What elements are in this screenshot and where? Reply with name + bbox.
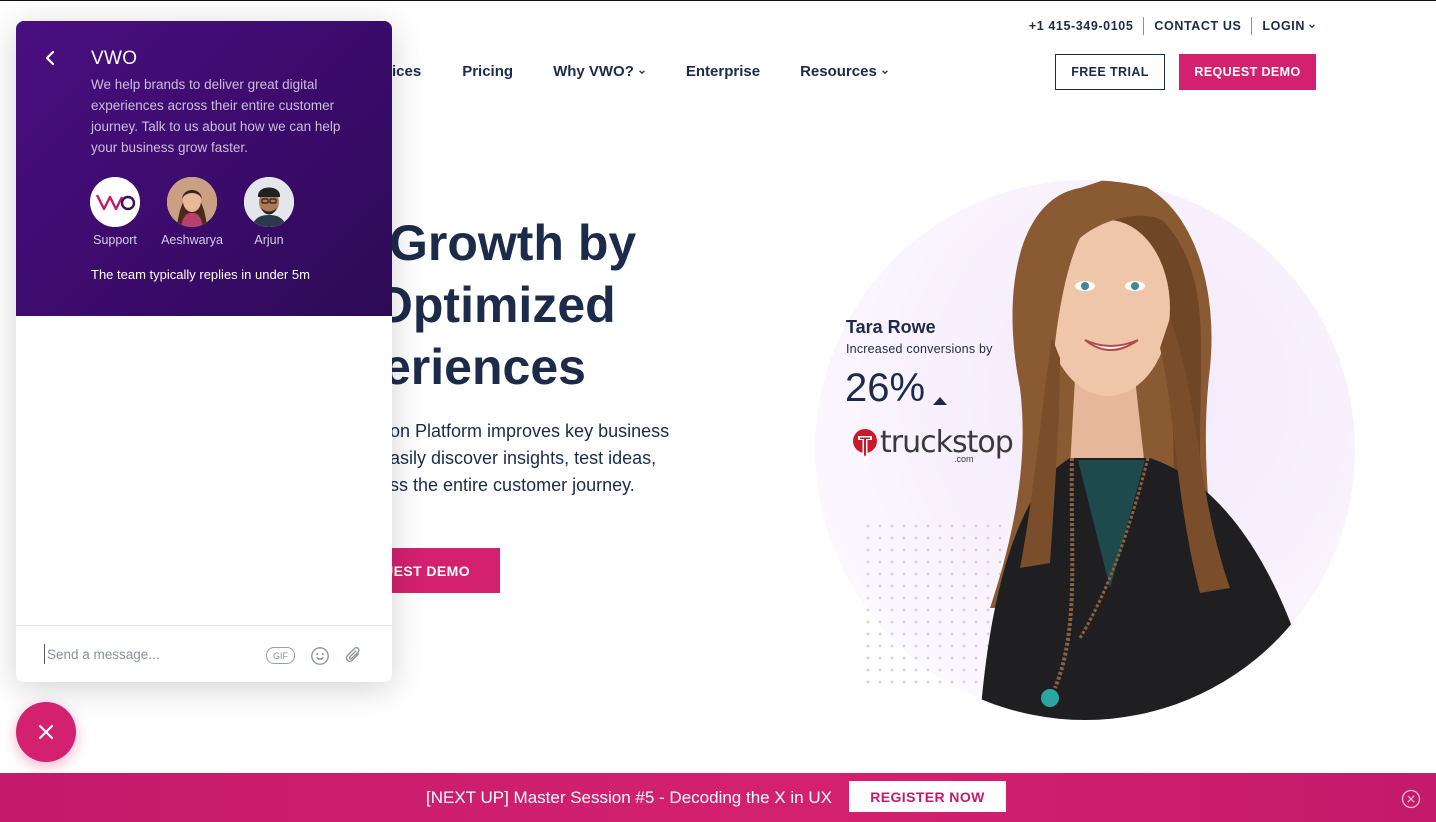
testimonial-caption: Increased conversions by — [846, 342, 993, 356]
nav-item-enterprise[interactable]: Enterprise — [686, 63, 760, 80]
back-arrow-icon[interactable] — [40, 48, 60, 68]
nav-item-resources[interactable]: Resources — [800, 63, 889, 80]
attachment-icon[interactable] — [344, 645, 364, 667]
chat-description: We help brands to deliver great digital … — [91, 77, 341, 155]
close-icon — [38, 724, 54, 740]
agent-support: Support — [85, 177, 145, 247]
nav-item-why-vwo[interactable]: Why VWO? — [553, 63, 646, 80]
top-rule — [0, 0, 1436, 1]
metric-value: 26% — [845, 366, 926, 410]
gif-button[interactable]: GIF — [266, 647, 295, 664]
testimonial-metric: 26% — [845, 366, 948, 411]
agent-name: Arjun — [254, 233, 284, 247]
emoji-icon[interactable] — [310, 646, 330, 666]
agent-arjun: Arjun — [239, 177, 299, 247]
chevron-down-icon — [639, 69, 645, 74]
utility-bar: +1 415-349-0105 CONTACT US LOGIN — [1019, 17, 1316, 35]
customer-photo — [980, 180, 1320, 720]
agent-name: Support — [93, 233, 137, 247]
register-now-button[interactable]: REGISTER NOW — [849, 781, 1006, 812]
avatar — [90, 177, 140, 227]
chevron-down-icon — [1309, 24, 1315, 29]
login-link[interactable]: LOGIN — [1252, 19, 1316, 33]
agent-list: Support Aeshwarya Arjun — [85, 177, 299, 247]
agent-aeshwarya: Aeshwarya — [161, 177, 223, 247]
close-circle-icon[interactable] — [1401, 789, 1421, 809]
truckstop-wordmark: truckstop — [880, 425, 1014, 460]
message-composer: GIF — [16, 625, 392, 682]
free-trial-button[interactable]: FREE TRIAL — [1055, 54, 1165, 90]
person-photo-icon — [167, 177, 217, 227]
avatar — [244, 177, 294, 227]
truckstop-suffix: .com — [954, 454, 974, 464]
phone-link[interactable]: +1 415-349-0105 — [1019, 19, 1144, 33]
contact-link[interactable]: CONTACT US — [1144, 19, 1251, 33]
person-photo-icon — [244, 177, 294, 227]
reply-time-note: The team typically replies in under 5m — [91, 267, 310, 282]
testimonial-name: Tara Rowe — [846, 317, 936, 337]
nav-item-pricing[interactable]: Pricing — [462, 63, 513, 80]
promo-banner: [NEXT UP] Master Session #5 - Decoding t… — [0, 773, 1436, 822]
chat-title: VWO — [91, 48, 138, 69]
request-demo-button[interactable]: REQUEST DEMO — [1179, 54, 1316, 90]
nav-item-services[interactable]: ices — [392, 63, 421, 80]
main-nav: ices Pricing Why VWO? Enterprise Resourc… — [392, 63, 929, 80]
agent-name: Aeshwarya — [161, 233, 223, 247]
close-chat-button[interactable] — [16, 702, 76, 762]
arrow-up-icon — [933, 397, 948, 405]
chevron-down-icon — [881, 69, 888, 74]
vwo-logo-icon — [90, 177, 140, 227]
message-input[interactable] — [44, 644, 244, 664]
chat-widget: VWO We help brands to deliver great digi… — [16, 21, 392, 682]
banner-message: [NEXT UP] Master Session #5 - Decoding t… — [426, 788, 832, 807]
truckstop-mark-icon — [853, 429, 877, 461]
truckstop-logo: truckstop .com — [852, 425, 1014, 464]
chat-header: VWO We help brands to deliver great digi… — [16, 21, 392, 316]
avatar — [167, 177, 217, 227]
